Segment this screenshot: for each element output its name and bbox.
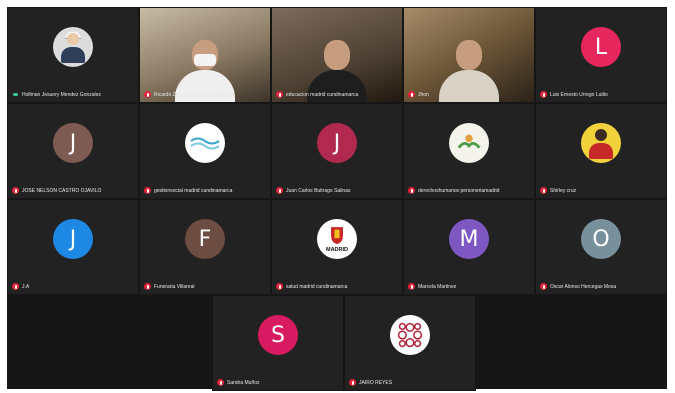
mic-muted-icon: [408, 91, 415, 98]
avatar-letter: J: [53, 123, 93, 164]
name-tag: Ricardo Zaa Javier Alarcón Sabogal: [144, 91, 266, 98]
participant-tile[interactable]: L Luis Ernesto Urrego Lutilo: [535, 7, 667, 103]
hands-logo-icon: [449, 123, 489, 164]
name-tag: Sandra Muñoz: [217, 379, 339, 386]
mic-muted-icon: [540, 283, 547, 290]
avatar-letter: J: [317, 123, 357, 164]
person-figure: [60, 31, 86, 64]
avatar-letter: F: [185, 219, 225, 260]
soccer-ball-icon: [390, 315, 430, 356]
name-tag: Oscar Alonso Hercegas Mesa: [540, 283, 662, 290]
name-tag: Shirley cruz: [540, 187, 662, 194]
participant-name: derechoshumanos personeriamadrid: [418, 187, 500, 194]
participant-name: Shirley cruz: [550, 187, 577, 194]
mic-muted-icon: [408, 187, 415, 194]
mic-muted-icon: [12, 283, 19, 290]
mic-muted-icon: [12, 187, 19, 194]
participant-tile[interactable]: J Juan Carlos Buitrago Salinas: [271, 103, 403, 199]
participant-name: JOSE NELSON CASTRO OJAVILO: [22, 187, 102, 194]
avatar-letter: L: [581, 27, 621, 68]
participant-tile[interactable]: F Funeraria Villareal: [139, 199, 271, 295]
mic-muted-icon: [276, 91, 283, 98]
name-tag: J.A: [12, 283, 134, 290]
participant-name: salud madrid cundinamarca: [286, 283, 348, 290]
name-tag: Luis Ernesto Urrego Lutilo: [540, 91, 662, 98]
avatar-letter: S: [258, 315, 298, 356]
participant-name: Funeraria Villareal: [154, 283, 195, 290]
mic-muted-icon: [540, 91, 547, 98]
meeting-grid: Hollman Jesuery Mendez Gonzalez Ricardo …: [7, 7, 667, 391]
participant-name: Marcela Martinez: [418, 283, 457, 290]
participant-video-tile[interactable]: Ricardo Zaa Javier Alarcón Sabogal: [139, 7, 271, 103]
participant-tile[interactable]: J JOSE NELSON CASTRO OJAVILO: [7, 103, 139, 199]
participant-tile[interactable]: Hollman Jesuery Mendez Gonzalez: [7, 7, 139, 103]
participant-tile[interactable]: O Oscar Alonso Hercegas Mesa: [535, 199, 667, 295]
name-tag: derechoshumanos personeriamadrid: [408, 187, 530, 194]
participant-name: J.A: [22, 283, 30, 290]
participant-name: JAIRO REYES: [359, 379, 393, 386]
participant-tile[interactable]: JAIRO REYES: [344, 295, 476, 391]
participant-name: gestionsocial madrid cundinamarca: [154, 187, 233, 194]
name-tag: gestionsocial madrid cundinamarca: [144, 187, 266, 194]
mic-muted-icon: [217, 379, 224, 386]
mic-on-icon: [12, 91, 19, 98]
participant-name: Oscar Alonso Hercegas Mesa: [550, 283, 617, 290]
wave-logo-icon: [185, 123, 225, 164]
madrid-crest-icon: MADRID: [317, 219, 357, 260]
participant-tile[interactable]: Shirley cruz: [535, 103, 667, 199]
mic-muted-icon: [408, 283, 415, 290]
avatar-letter: J: [53, 219, 93, 260]
participant-tile[interactable]: derechoshumanos personeriamadrid: [403, 103, 535, 199]
name-tag: JAIRO REYES: [349, 379, 471, 386]
participant-name: Sandra Muñoz: [227, 379, 260, 386]
participant-name: educacion madrid cundinamarca: [286, 91, 359, 98]
participant-name: Luis Ernesto Urrego Lutilo: [550, 91, 608, 98]
name-tag: Juan Carlos Buitrago Salinas: [276, 187, 398, 194]
avatar-letter: O: [581, 219, 621, 260]
person-figure: [588, 127, 614, 160]
participant-name: Hollman Jesuery Mendez Gonzalez: [22, 91, 101, 98]
avatar-letter: M: [449, 219, 489, 260]
participant-tile[interactable]: S Sandra Muñoz: [212, 295, 344, 391]
participant-name: Ricardo Zaa Javier Alarcón Sabogal: [154, 91, 234, 98]
name-tag: Funeraria Villareal: [144, 283, 266, 290]
name-tag: Jhon: [408, 91, 530, 98]
mic-muted-icon: [540, 187, 547, 194]
participant-tile[interactable]: MADRID salud madrid cundinamarca: [271, 199, 403, 295]
name-tag: educacion madrid cundinamarca: [276, 91, 398, 98]
participant-tile[interactable]: J J.A: [7, 199, 139, 295]
participant-video-tile[interactable]: educacion madrid cundinamarca: [271, 7, 403, 103]
madrid-logo-text: MADRID: [326, 247, 348, 253]
participant-tile[interactable]: M Marcela Martinez: [403, 199, 535, 295]
name-tag: JOSE NELSON CASTRO OJAVILO: [12, 187, 134, 194]
mic-muted-icon: [349, 379, 356, 386]
participant-name: Juan Carlos Buitrago Salinas: [286, 187, 351, 194]
mic-muted-icon: [276, 187, 283, 194]
name-tag: salud madrid cundinamarca: [276, 283, 398, 290]
participant-photo: [53, 27, 93, 68]
participant-video-tile[interactable]: Jhon: [403, 7, 535, 103]
participant-tile[interactable]: gestionsocial madrid cundinamarca: [139, 103, 271, 199]
participant-name: Jhon: [418, 91, 429, 98]
mic-muted-icon: [144, 283, 151, 290]
mic-muted-icon: [144, 187, 151, 194]
mic-muted-icon: [144, 91, 151, 98]
participant-photo: [581, 123, 621, 164]
mic-muted-icon: [276, 283, 283, 290]
name-tag: Marcela Martinez: [408, 283, 530, 290]
name-tag: Hollman Jesuery Mendez Gonzalez: [12, 91, 134, 98]
